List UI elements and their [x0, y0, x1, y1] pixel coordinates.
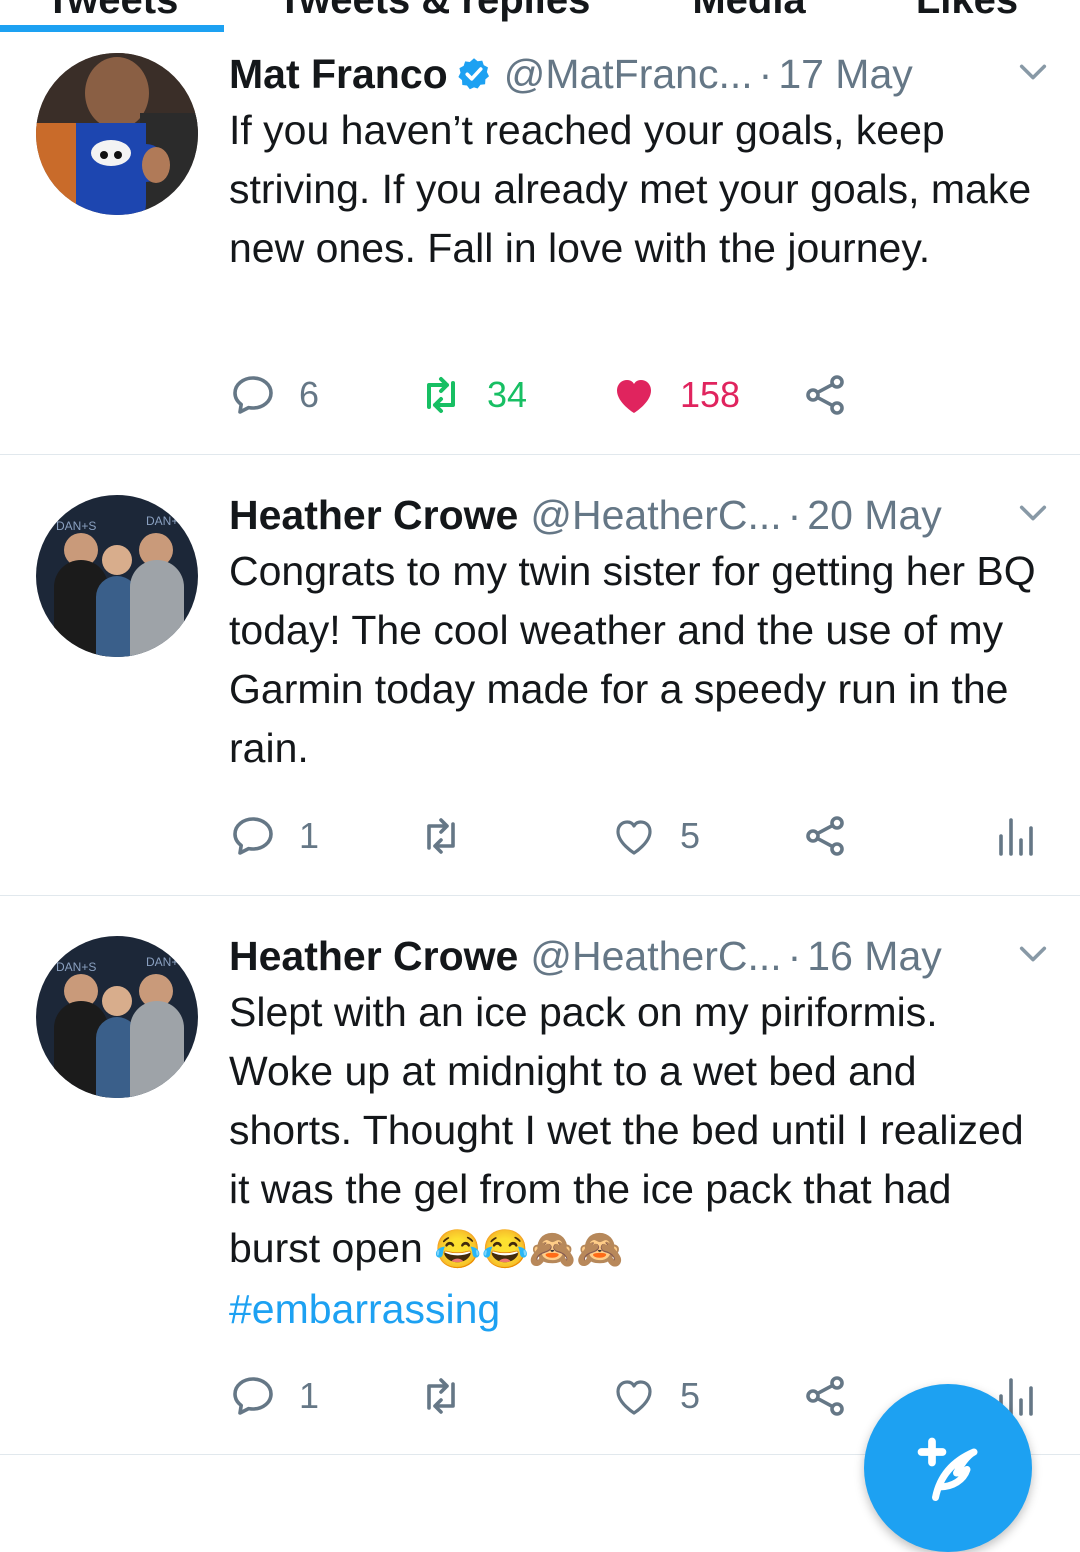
avatar[interactable]: DAN+S DAN+S — [36, 495, 198, 657]
share-icon — [806, 816, 844, 856]
reply-icon — [233, 817, 273, 855]
svg-text:DAN+S: DAN+S — [56, 519, 96, 533]
reply-button[interactable]: 1 — [229, 806, 319, 866]
tweet-date[interactable]: 17 May — [778, 51, 912, 98]
author-handle[interactable]: @MatFranc... — [504, 51, 753, 98]
compose-tweet-button[interactable] — [864, 1384, 1032, 1552]
like-count: 5 — [680, 815, 701, 856]
tab-likes[interactable]: Likes — [854, 0, 1080, 30]
retweet-count: 34 — [487, 374, 528, 415]
reply-icon — [233, 376, 273, 414]
svg-text:DAN+S: DAN+S — [146, 955, 186, 969]
like-button[interactable]: 5 — [610, 1366, 700, 1426]
like-button[interactable]: 158 — [610, 365, 740, 425]
like-icon — [617, 380, 651, 413]
tweet-text: If you haven’t reached your goals, keep … — [229, 107, 1032, 271]
reply-icon — [233, 1377, 273, 1415]
retweet-icon — [427, 1378, 455, 1414]
analytics-icon — [999, 818, 1033, 856]
author-handle[interactable]: @HeatherC... — [530, 933, 781, 980]
separator-dot: · — [787, 491, 802, 538]
share-button[interactable] — [801, 806, 849, 866]
tweet-header: Heather Crowe @HeatherC... · 16 May — [229, 931, 1050, 981]
analytics-button[interactable] — [991, 806, 1039, 866]
svg-text:DAN+S: DAN+S — [56, 960, 96, 974]
like-count: 5 — [680, 1375, 701, 1416]
tweet-text: Slept with an ice pack on my piriformis.… — [229, 989, 1024, 1271]
retweet-icon — [427, 377, 455, 413]
tweet-emojis: 😂😂🙈🙈 — [434, 1229, 624, 1271]
tweet-header: Heather Crowe @HeatherC... · 20 May — [229, 490, 1050, 540]
separator-dot: · — [758, 50, 773, 97]
like-icon — [616, 1380, 652, 1415]
active-tab-indicator — [0, 25, 224, 32]
retweet-button[interactable]: 34 — [417, 365, 527, 425]
like-button[interactable]: 5 — [610, 806, 700, 866]
tweet-item[interactable]: Mat Franco @MatFranc... · 17 May If you … — [0, 40, 1080, 455]
separator-dot: · — [787, 932, 802, 979]
share-icon — [806, 375, 844, 415]
retweet-button[interactable] — [417, 1366, 487, 1426]
avatar[interactable] — [36, 53, 198, 215]
tweet-item[interactable]: DAN+S DAN+S Heather Crowe @HeatherC... ·… — [0, 896, 1080, 1455]
tweet-header: Mat Franco @MatFranc... · 17 May — [229, 49, 1050, 99]
tweet-actions: 1 5 — [229, 806, 1050, 866]
reply-count: 1 — [299, 815, 320, 856]
share-icon — [806, 1376, 844, 1416]
author-name[interactable]: Heather Crowe — [229, 933, 518, 980]
hashtag-link[interactable]: #embarrassing — [229, 1286, 500, 1332]
like-count: 158 — [680, 374, 741, 415]
chevron-down-icon[interactable] — [1016, 55, 1050, 89]
tweet-date[interactable]: 20 May — [807, 492, 941, 539]
tweet-text: Congrats to my twin sister for getting h… — [229, 548, 1036, 771]
retweet-icon — [427, 818, 455, 854]
avatar[interactable]: DAN+S DAN+S — [36, 936, 198, 1098]
chevron-down-icon[interactable] — [1016, 937, 1050, 971]
compose-tweet-icon — [917, 1437, 978, 1501]
share-button[interactable] — [801, 1366, 849, 1426]
tweet-text-container: Slept with an ice pack on my piriformis.… — [229, 983, 1050, 1339]
tweet-item[interactable]: DAN+S DAN+S Heather Crowe @HeatherC... ·… — [0, 455, 1080, 896]
share-button[interactable] — [801, 365, 849, 425]
reply-count: 6 — [299, 374, 320, 415]
svg-text:DAN+S: DAN+S — [146, 514, 186, 528]
like-icon — [616, 820, 652, 855]
reply-button[interactable]: 6 — [229, 365, 319, 425]
tweet-actions: 6 34 158 — [229, 365, 1050, 425]
author-name[interactable]: Heather Crowe — [229, 492, 518, 539]
reply-button[interactable]: 1 — [229, 1366, 319, 1426]
reply-count: 1 — [299, 1375, 320, 1416]
chevron-down-icon[interactable] — [1016, 496, 1050, 530]
verified-badge-icon — [458, 58, 489, 90]
tab-media[interactable]: Media — [644, 0, 854, 30]
author-handle[interactable]: @HeatherC... — [530, 492, 781, 539]
retweet-button[interactable] — [417, 806, 487, 866]
author-name[interactable]: Mat Franco — [229, 51, 448, 98]
tweet-date[interactable]: 16 May — [807, 933, 941, 980]
tab-tweets-and-replies[interactable]: Tweets & replies — [224, 0, 644, 30]
